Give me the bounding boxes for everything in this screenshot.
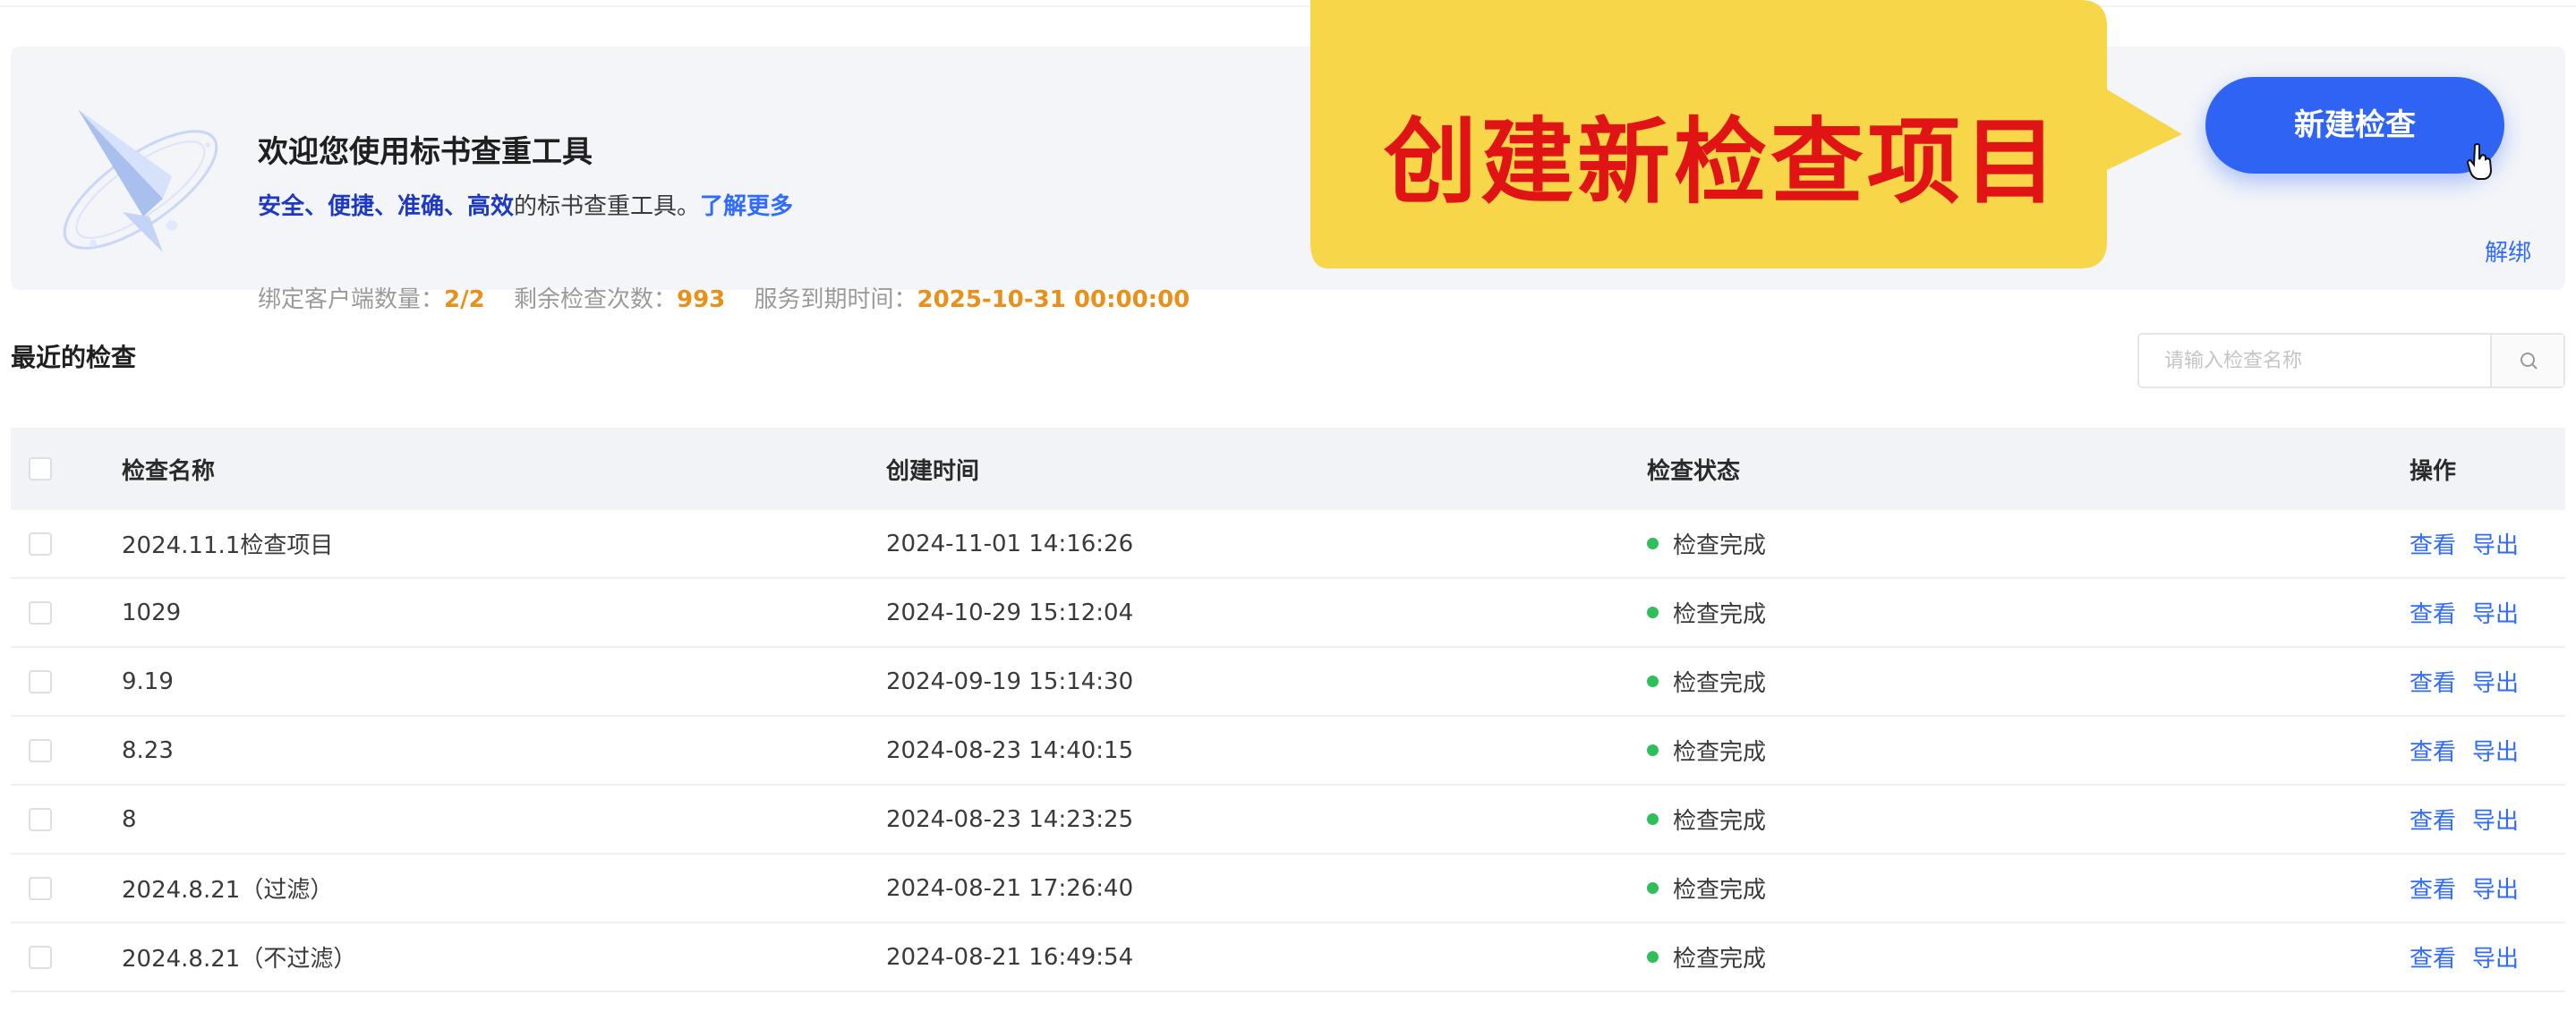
view-link[interactable]: 查看 xyxy=(2410,803,2456,836)
check-status: 检查完成 xyxy=(1647,648,1766,715)
status-dot-icon xyxy=(1647,607,1659,618)
created-time: 2024-09-19 15:14:30 xyxy=(886,668,1134,695)
created-time: 2024-08-23 14:40:15 xyxy=(886,736,1134,764)
check-name: 2024.11.1检查项目 xyxy=(122,532,334,559)
table-row: 2024.8.21（不过滤） 2024-08-21 16:49:54 检查完成 … xyxy=(11,923,2565,992)
subtitle-text: 的标书查重工具。 xyxy=(514,193,701,220)
stat-label-remaining: 剩余检查次数： xyxy=(513,286,677,313)
search-box xyxy=(2137,333,2565,388)
welcome-title: 欢迎您使用标书查重工具 xyxy=(258,134,593,170)
table-row: 1029 2024-10-29 15:12:04 检查完成 查看 导出 xyxy=(11,579,2565,648)
row-checkbox[interactable] xyxy=(29,600,52,625)
created-time: 2024-11-01 14:16:26 xyxy=(886,530,1134,557)
status-dot-icon xyxy=(1647,744,1659,756)
status-dot-icon xyxy=(1647,676,1659,687)
unbind-link[interactable]: 解绑 xyxy=(2485,234,2531,268)
check-status: 检查完成 xyxy=(1647,786,1766,853)
view-link[interactable]: 查看 xyxy=(2410,596,2456,629)
search-icon xyxy=(2521,353,2538,370)
table-row: 2024.11.1检查项目 2024-11-01 14:16:26 检查完成 查… xyxy=(11,510,2565,579)
recent-checks-title: 最近的检查 xyxy=(11,343,137,372)
account-stats: 绑定客户端数量：2/2 剩余检查次数：993 服务到期时间：2025-10-31… xyxy=(258,281,1190,314)
stat-label-expiry: 服务到期时间： xyxy=(754,286,917,313)
new-check-button[interactable]: 新建检查 xyxy=(2205,77,2504,174)
check-name: 8 xyxy=(122,805,137,833)
search-button[interactable] xyxy=(2490,335,2563,387)
check-name: 2024.8.21（不过滤） xyxy=(122,946,357,973)
table-header: 检查名称 创建时间 检查状态 操作 xyxy=(11,428,2565,510)
row-checkbox[interactable] xyxy=(29,669,52,693)
status-text: 检查完成 xyxy=(1673,808,1767,835)
callout-text: 创建新检查项目 xyxy=(1384,107,2061,217)
stat-value-expiry: 2025-10-31 00:00:00 xyxy=(917,286,1190,313)
check-name: 8.23 xyxy=(122,736,174,764)
view-link[interactable]: 查看 xyxy=(2410,734,2456,767)
status-dot-icon xyxy=(1647,882,1659,894)
export-link[interactable]: 导出 xyxy=(2472,940,2519,974)
export-link[interactable]: 导出 xyxy=(2472,527,2519,560)
status-text: 检查完成 xyxy=(1673,877,1767,904)
learn-more-link[interactable]: 了解更多 xyxy=(700,193,793,220)
status-text: 检查完成 xyxy=(1673,670,1767,697)
stat-label-clients: 绑定客户端数量： xyxy=(258,286,445,313)
created-time: 2024-08-23 14:23:25 xyxy=(886,805,1134,833)
column-header-status: 检查状态 xyxy=(1647,457,1741,485)
status-dot-icon xyxy=(1647,538,1659,549)
table-row: 2024.8.21（过滤） 2024-08-21 17:26:40 检查完成 查… xyxy=(11,855,2565,923)
column-header-name: 检查名称 xyxy=(122,457,216,485)
check-status: 检查完成 xyxy=(1647,717,1766,784)
check-status: 检查完成 xyxy=(1647,579,1766,646)
rocket-illustration-icon xyxy=(63,109,218,252)
check-status: 检查完成 xyxy=(1647,510,1766,577)
view-link[interactable]: 查看 xyxy=(2410,527,2456,560)
table-row: 9.19 2024-09-19 15:14:30 检查完成 查看 导出 xyxy=(11,648,2565,717)
table-row: 8.23 2024-08-23 14:40:15 检查完成 查看 导出 xyxy=(11,717,2565,786)
row-checkbox[interactable] xyxy=(29,945,52,969)
row-checkbox[interactable] xyxy=(29,876,52,900)
created-time: 2024-08-21 17:26:40 xyxy=(886,874,1134,902)
view-link[interactable]: 查看 xyxy=(2410,665,2456,698)
created-time: 2024-10-29 15:12:04 xyxy=(886,599,1134,626)
check-name: 2024.8.21（过滤） xyxy=(122,877,334,904)
export-link[interactable]: 导出 xyxy=(2472,734,2519,767)
check-status: 检查完成 xyxy=(1647,855,1766,922)
export-link[interactable]: 导出 xyxy=(2472,872,2519,905)
checks-table: 检查名称 创建时间 检查状态 操作 2024.11.1检查项目 2024-11-… xyxy=(11,428,2565,992)
export-link[interactable]: 导出 xyxy=(2472,665,2519,698)
status-text: 检查完成 xyxy=(1673,739,1767,766)
table-row: 8 2024-08-23 14:23:25 检查完成 查看 导出 xyxy=(11,786,2565,855)
search-input[interactable] xyxy=(2139,335,2492,387)
row-checkbox[interactable] xyxy=(29,807,52,831)
stat-value-remaining: 993 xyxy=(676,286,726,313)
column-header-actions: 操作 xyxy=(2410,457,2457,485)
status-text: 检查完成 xyxy=(1673,532,1767,559)
view-link[interactable]: 查看 xyxy=(2410,872,2456,905)
subtitle-highlight: 安全、便捷、准确、高效 xyxy=(258,193,515,220)
check-status: 检查完成 xyxy=(1647,923,1766,991)
stat-value-clients: 2/2 xyxy=(444,286,485,313)
welcome-subtitle: 安全、便捷、准确、高效的标书查重工具。了解更多 xyxy=(258,188,793,221)
export-link[interactable]: 导出 xyxy=(2472,803,2519,836)
status-dot-icon xyxy=(1647,951,1659,963)
check-name: 1029 xyxy=(122,599,182,626)
check-name: 9.19 xyxy=(122,668,174,695)
cursor-hand-icon xyxy=(2467,143,2493,180)
status-text: 检查完成 xyxy=(1673,946,1767,973)
status-dot-icon xyxy=(1647,813,1659,825)
row-checkbox[interactable] xyxy=(29,532,52,556)
select-all-checkbox[interactable] xyxy=(29,457,52,480)
status-text: 检查完成 xyxy=(1673,601,1767,628)
view-link[interactable]: 查看 xyxy=(2410,940,2456,974)
export-link[interactable]: 导出 xyxy=(2472,596,2519,629)
created-time: 2024-08-21 16:49:54 xyxy=(886,943,1134,971)
column-header-time: 创建时间 xyxy=(886,457,980,485)
row-checkbox[interactable] xyxy=(29,738,52,762)
